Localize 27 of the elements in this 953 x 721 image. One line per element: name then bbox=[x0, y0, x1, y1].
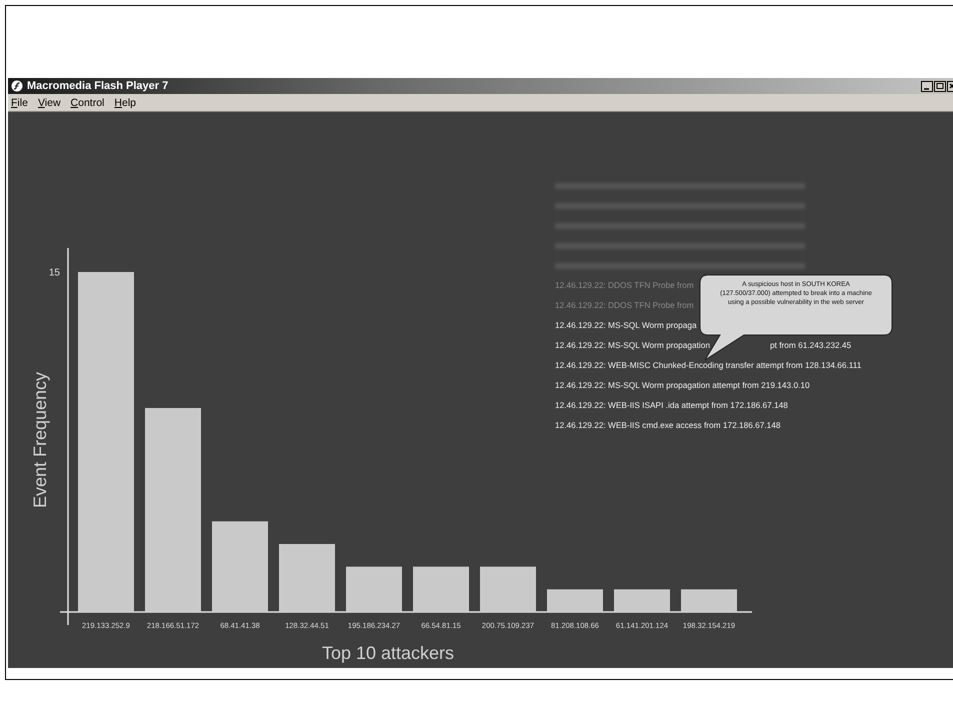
log-line: 12.46.129.22: DDOS TFN Probe from bbox=[555, 280, 694, 290]
bar bbox=[681, 589, 737, 612]
bar bbox=[413, 566, 469, 612]
bar bbox=[547, 589, 603, 612]
log-line: 12.46.129.22: WEB-IIS cmd.exe access from 172.186.67.148 bbox=[555, 420, 781, 430]
log-line: 12.46.129.22: WEB-MISC Chunked-Encoding transfer attempt from 128.134.66.111 bbox=[555, 360, 862, 370]
bar bbox=[346, 566, 402, 612]
y-axis-label: 15 bbox=[48, 268, 60, 278]
menu-item[interactable]: Help bbox=[114, 96, 136, 108]
flash-icon bbox=[11, 80, 23, 92]
log-line: 12.46.129.22: DDOS TFN Probe from bbox=[555, 300, 694, 310]
bar bbox=[279, 544, 335, 612]
log-line: pt from 61.243.232.45 bbox=[770, 340, 852, 350]
bar bbox=[480, 566, 536, 612]
menu-item[interactable]: File bbox=[11, 96, 28, 108]
log-line: 12.46.129.22: MS-SQL Worm propagation attempt from 219.143.0.10 bbox=[555, 380, 810, 390]
log-line: 12.46.129.22: WEB-IIS ISAPI .ida attempt from 172.186.67.148 bbox=[555, 400, 788, 410]
menu-item[interactable]: Control bbox=[70, 96, 104, 108]
log-line: 12.46.129.22: MS-SQL Worm propagation bbox=[555, 340, 710, 350]
close-icon[interactable] bbox=[947, 80, 953, 92]
y-axis-title: Event Frequency bbox=[30, 372, 50, 508]
x-axis-title: Top 10 attackers bbox=[322, 643, 454, 663]
minimize-icon[interactable] bbox=[921, 80, 933, 92]
window-title: Macromedia Flash Player 7 bbox=[27, 80, 168, 92]
log-line: 12.46.129.22: MS-SQL Worm propaga bbox=[555, 320, 697, 330]
menu-item[interactable]: View bbox=[38, 96, 61, 108]
bar bbox=[614, 589, 670, 612]
